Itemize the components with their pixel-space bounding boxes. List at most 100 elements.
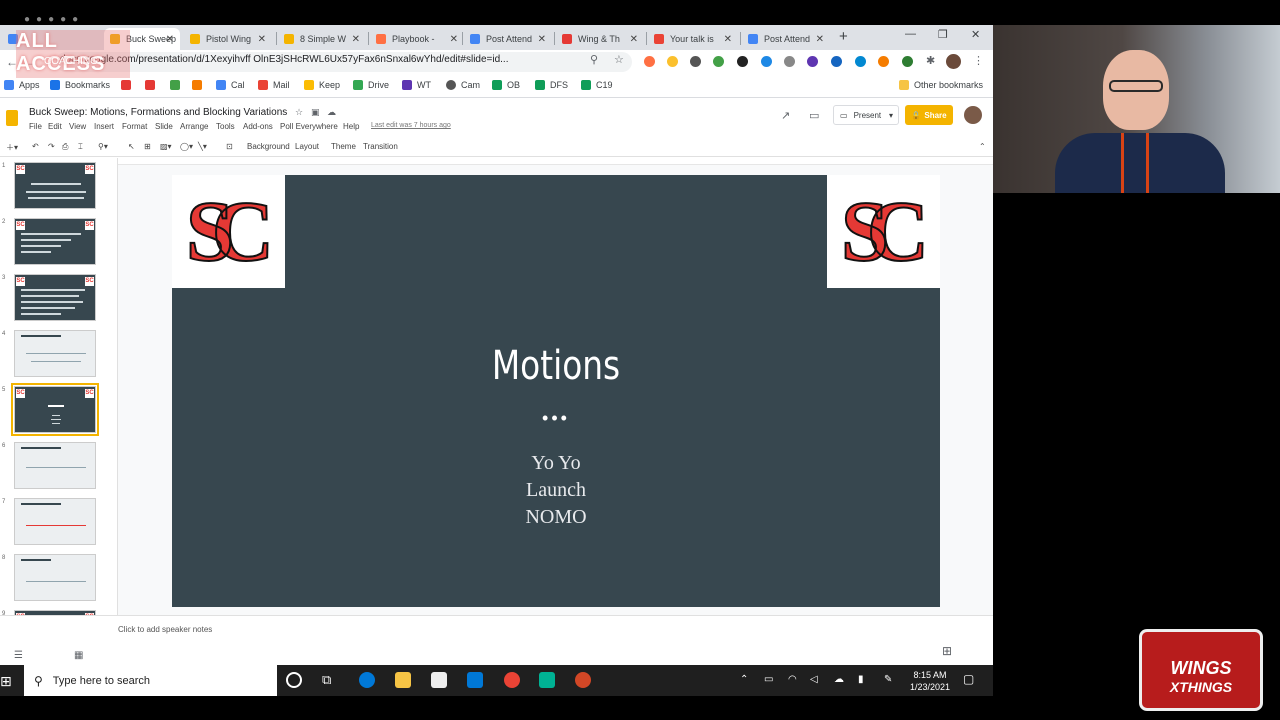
menu-edit[interactable]: Edit <box>48 122 62 131</box>
explore-icon[interactable]: ⊞ <box>942 644 952 658</box>
extension-icon[interactable] <box>807 56 818 67</box>
tab-simple-w[interactable]: 8 Simple W ✕ <box>278 28 366 50</box>
other-bookmarks[interactable]: Other bookmarks <box>899 80 983 90</box>
menu-addons[interactable]: Add-ons <box>243 122 273 131</box>
menu-view[interactable]: View <box>69 122 86 131</box>
task-view-icon[interactable]: ⧉ <box>322 672 338 688</box>
app-icon[interactable] <box>539 672 555 688</box>
extension-icon[interactable] <box>831 56 842 67</box>
bookmark-cal[interactable]: Cal <box>216 80 245 90</box>
extension-icon[interactable] <box>644 56 655 67</box>
bookmark-mail[interactable]: Mail <box>258 80 290 90</box>
pen-icon[interactable]: ✎ <box>884 674 892 685</box>
tab-wing-th[interactable]: Wing & Th ✕ <box>556 28 644 50</box>
menu-icon[interactable]: ⋮ <box>973 54 984 67</box>
onedrive-icon[interactable]: ☁ <box>834 674 844 685</box>
tab-pistol-wing[interactable]: Pistol Wing ✕ <box>184 28 272 50</box>
slide-thumbnail-2[interactable]: SC SC <box>14 218 96 265</box>
motion-item-nomo[interactable]: NOMO <box>172 506 940 529</box>
close-icon[interactable]: ✕ <box>352 34 360 45</box>
logo-box-right[interactable]: SC <box>827 175 940 288</box>
textbox-icon[interactable]: ⊞ <box>144 142 151 151</box>
menu-arrange[interactable]: Arrange <box>180 122 208 131</box>
print-icon[interactable]: ⎙ <box>62 142 68 152</box>
extension-icon[interactable] <box>878 56 889 67</box>
redo-icon[interactable]: ↷ <box>48 142 55 151</box>
tab-post-attend-2[interactable]: Post Attend ✕ <box>742 28 830 50</box>
paint-format-icon[interactable]: ⌶ <box>78 142 83 152</box>
bookmark-bookmarks[interactable]: Bookmarks <box>50 80 110 90</box>
new-tab-button[interactable]: + <box>839 28 848 45</box>
theme-button[interactable]: Theme <box>331 142 356 151</box>
slide-thumbnail-5[interactable]: SC SC <box>11 383 99 436</box>
slide-thumbnail-3[interactable]: SC SC <box>14 274 96 321</box>
extension-icon[interactable] <box>855 56 866 67</box>
edge-icon[interactable] <box>359 672 375 688</box>
layout-button[interactable]: Layout <box>295 142 319 151</box>
menu-help[interactable]: Help <box>343 122 359 131</box>
mail-icon[interactable] <box>467 672 483 688</box>
document-title[interactable]: Buck Sweep: Motions, Formations and Bloc… <box>29 107 287 118</box>
motion-item-yoyo[interactable]: Yo Yo <box>172 452 940 475</box>
chevron-up-icon[interactable]: ⌃ <box>979 142 986 151</box>
tab-playbook[interactable]: Playbook - ✕ <box>370 28 464 50</box>
bookmark-3[interactable] <box>170 80 180 90</box>
chrome-icon[interactable] <box>504 672 520 688</box>
clock[interactable]: 8:15 AM 1/23/2021 <box>905 669 955 693</box>
slide-thumbnail-6[interactable] <box>14 442 96 489</box>
image-icon[interactable]: ▨▾ <box>160 142 172 151</box>
menu-format[interactable]: Format <box>122 122 147 131</box>
comment-icon[interactable]: ▭ <box>809 109 819 122</box>
shape-icon[interactable]: ◯▾ <box>180 142 193 151</box>
volume-icon[interactable]: ◁ <box>810 674 818 685</box>
bookmark-star-icon[interactable]: ☆ <box>614 53 624 66</box>
grid-view-icon[interactable]: ▦ <box>74 650 83 661</box>
zoom-icon[interactable]: ⚲▾ <box>98 142 108 151</box>
bookmark-ob[interactable]: OB <box>492 80 520 90</box>
search-icon[interactable]: ⚲ <box>590 53 598 66</box>
menu-file[interactable]: File <box>29 122 42 131</box>
bookmark-1[interactable] <box>121 80 131 90</box>
puzzle-icon[interactable]: ✱ <box>926 54 935 67</box>
star-icon[interactable]: ☆ <box>295 107 303 118</box>
close-icon[interactable]: ✕ <box>538 34 546 45</box>
close-icon[interactable]: ✕ <box>816 34 824 45</box>
chevron-up-icon[interactable]: ⌃ <box>740 674 748 685</box>
trend-icon[interactable]: ↗ <box>781 109 790 122</box>
slide-thumbnail-8[interactable] <box>14 554 96 601</box>
share-button[interactable]: 🔒 Share <box>905 105 953 125</box>
microphone-icon[interactable]: ▮ <box>858 674 864 685</box>
bookmark-cam[interactable]: Cam <box>446 80 480 90</box>
windows-start-icon[interactable]: ⊞ <box>0 673 12 690</box>
undo-icon[interactable]: ↶ <box>32 142 39 151</box>
menu-slide[interactable]: Slide <box>155 122 173 131</box>
extension-icon[interactable] <box>667 56 678 67</box>
logo-box-left[interactable]: SC <box>172 175 285 288</box>
current-slide[interactable]: SC SC Motions ••• Yo Yo Launch NOMO <box>172 175 940 607</box>
bookmark-keep[interactable]: Keep <box>304 80 340 90</box>
speaker-notes[interactable]: Click to add speaker notes <box>118 625 212 634</box>
new-slide-icon[interactable]: ＋▾ <box>6 142 18 153</box>
powerpoint-icon[interactable] <box>575 672 591 688</box>
file-explorer-icon[interactable] <box>395 672 411 688</box>
bookmark-wt[interactable]: WT <box>402 80 431 90</box>
bookmark-drive[interactable]: Drive <box>353 80 389 90</box>
avatar[interactable] <box>964 106 982 124</box>
select-icon[interactable]: ↖ <box>128 142 135 151</box>
list-view-icon[interactable]: ☰ <box>14 650 23 661</box>
extension-icon[interactable] <box>784 56 795 67</box>
menu-tools[interactable]: Tools <box>216 122 235 131</box>
tab-post-attend-1[interactable]: Post Attend ✕ <box>464 28 552 50</box>
bookmark-c19[interactable]: C19 <box>581 80 613 90</box>
minimize-icon[interactable]: — <box>905 28 916 40</box>
background-button[interactable]: Background <box>247 142 290 151</box>
move-folder-icon[interactable]: ▣ <box>311 107 320 118</box>
extension-icon[interactable] <box>690 56 701 67</box>
last-edit-link[interactable]: Last edit was 7 hours ago <box>371 122 451 129</box>
taskbar-search[interactable]: ⚲ Type here to search <box>24 665 277 696</box>
close-icon[interactable]: ✕ <box>166 34 174 45</box>
restore-icon[interactable]: ❐ <box>938 28 948 41</box>
battery-icon[interactable]: ▭ <box>764 674 773 685</box>
avatar[interactable] <box>946 54 961 69</box>
close-icon[interactable]: ✕ <box>450 34 458 45</box>
